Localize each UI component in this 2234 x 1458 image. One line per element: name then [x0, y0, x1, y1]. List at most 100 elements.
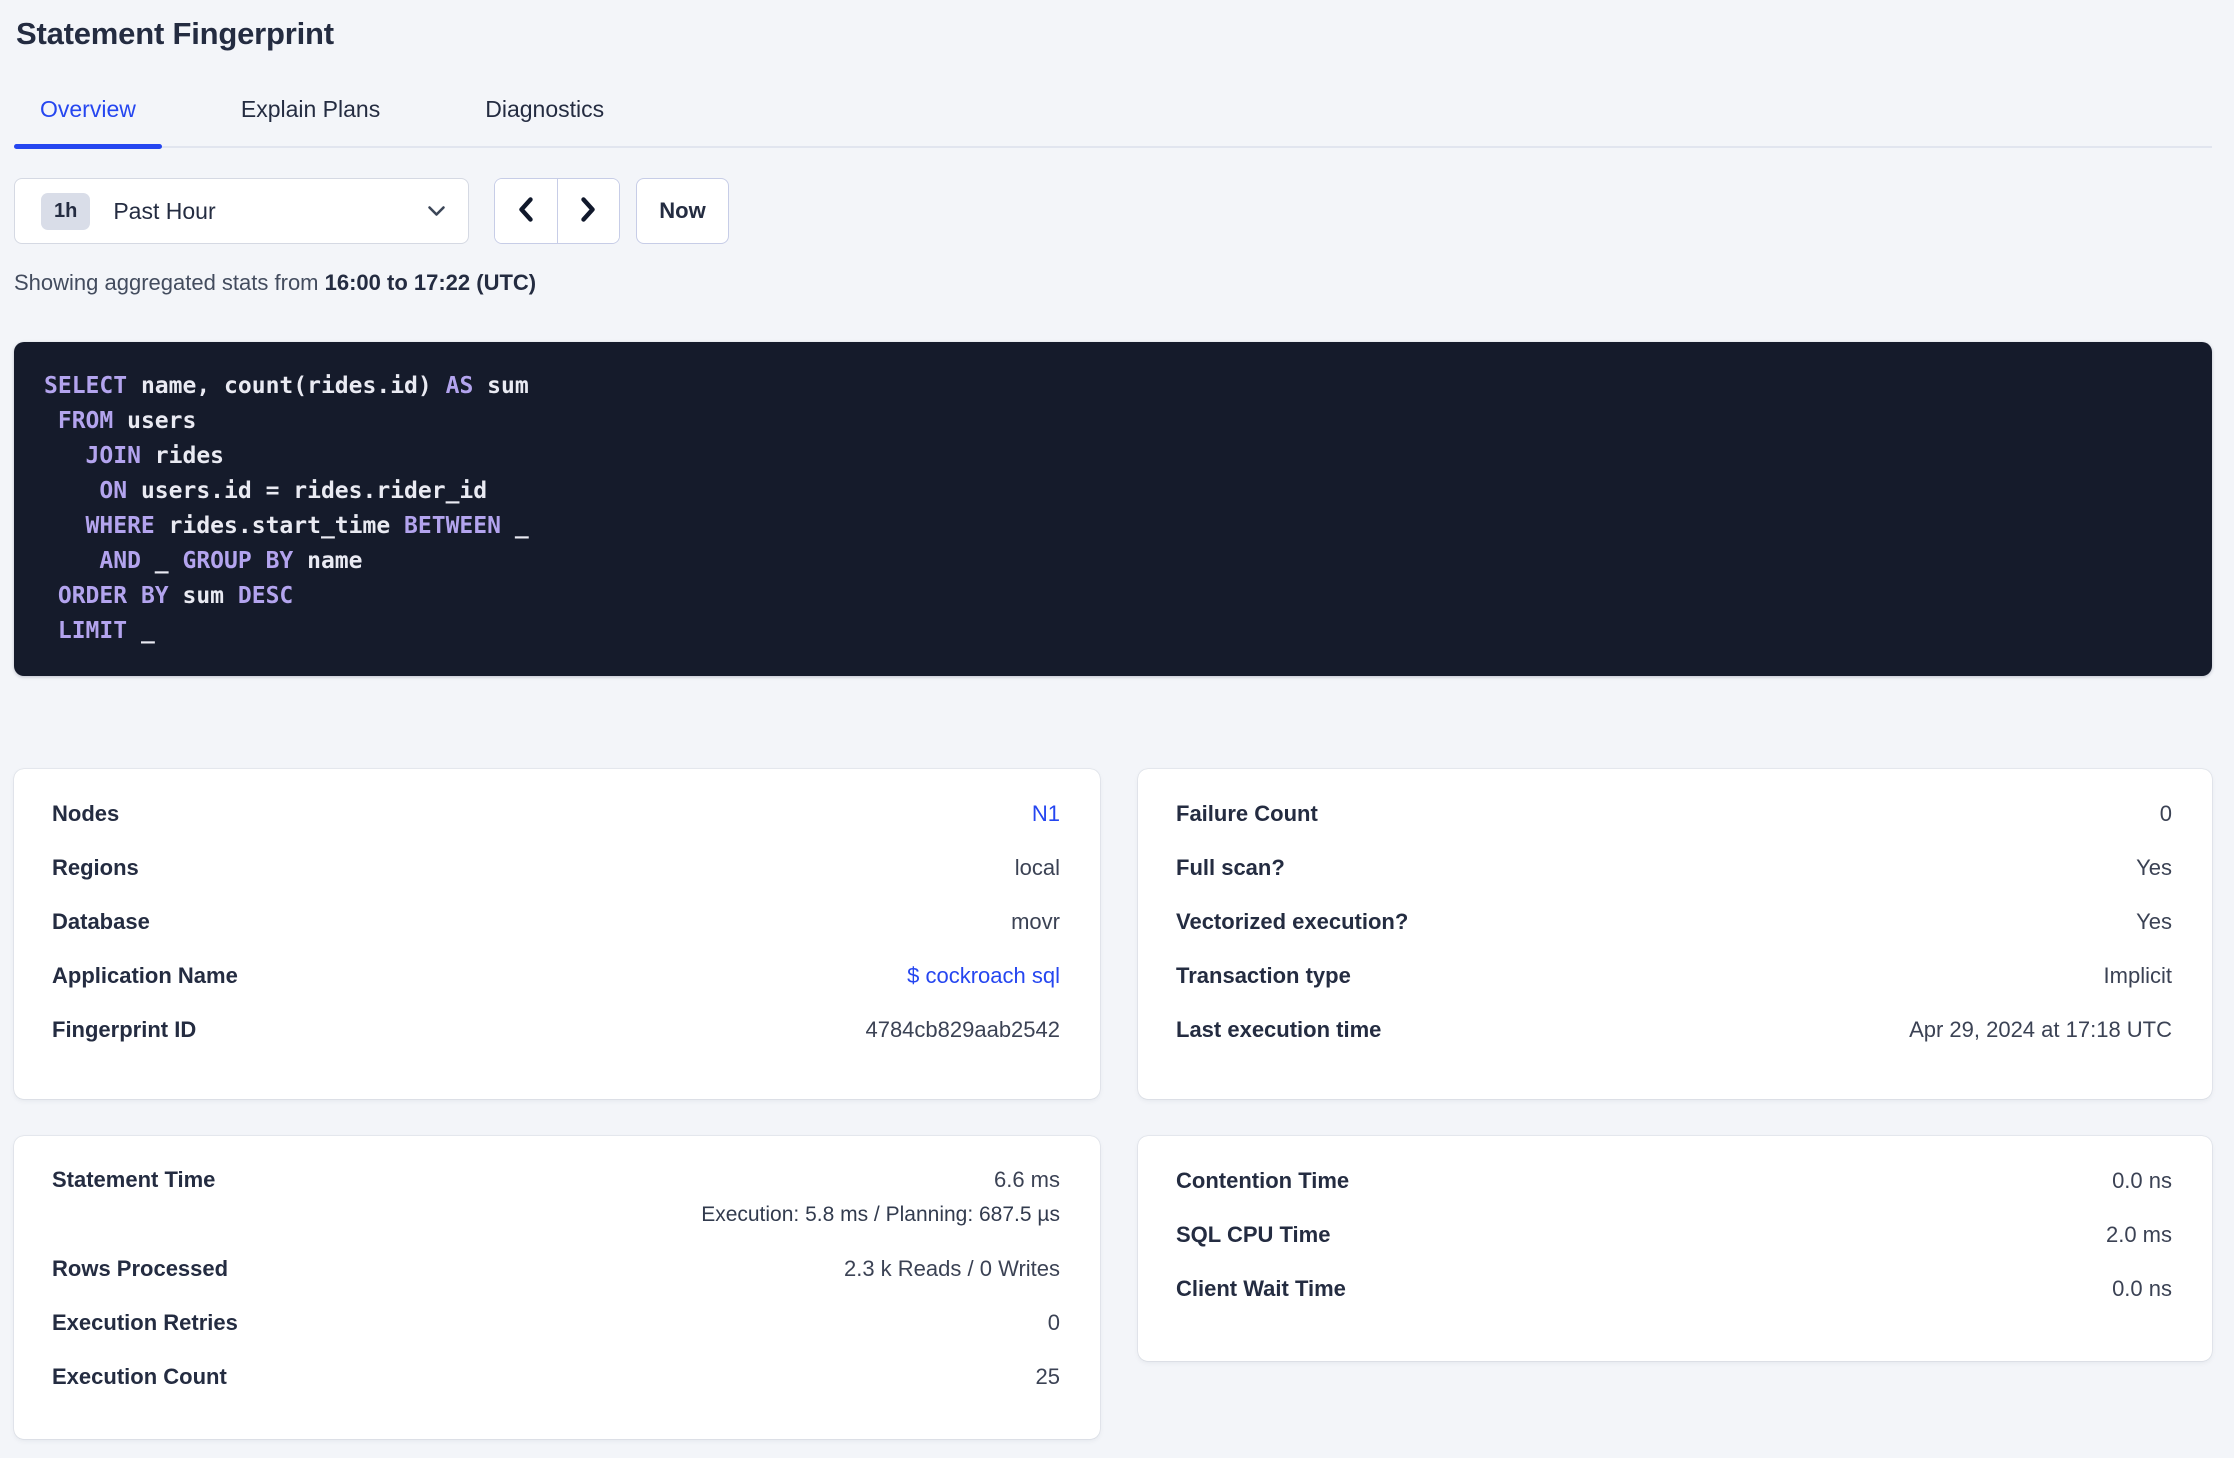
row-value: Yes: [2136, 909, 2172, 934]
aggregated-stats-summary: Showing aggregated stats from 16:00 to 1…: [14, 270, 2212, 296]
tab-explain-plans[interactable]: Explain Plans: [215, 96, 406, 146]
time-step-buttons: [494, 178, 620, 244]
row-value-block: Implicit: [2104, 963, 2172, 989]
stats-summary-range: 16:00 to 17:22 (UTC): [324, 270, 537, 295]
row-value-block: 25: [1036, 1364, 1060, 1390]
sql-text: _: [127, 618, 155, 644]
sql-text: rides: [140, 443, 225, 469]
statement-timing-card: Statement Time 6.6 ms Execution: 5.8 ms / …: [14, 1136, 1100, 1439]
row-value-block: Apr 29, 2024 at 17:18 UTC: [1909, 1017, 2172, 1043]
time-controls: 1h Past Hour Now: [14, 178, 2212, 244]
row-value-block: local: [1015, 855, 1060, 881]
sql-text: name: [293, 548, 363, 574]
row-label: Fingerprint ID: [52, 1017, 197, 1042]
table-row: Contention Time 0.0 ns: [1176, 1154, 2172, 1208]
row-label: Vectorized execution?: [1176, 909, 1409, 934]
row-value: Apr 29, 2024 at 17:18 UTC: [1909, 1017, 2172, 1042]
row-value-block: 0.0 ns: [2112, 1276, 2172, 1302]
tab-overview-label: Overview: [40, 96, 136, 122]
sql-text: users.id = rides.rider_id: [127, 478, 488, 504]
row-value: 25: [1035, 1364, 1060, 1389]
table-row: Statement Time 6.6 ms Execution: 5.8 ms / …: [52, 1154, 1060, 1242]
table-row: Last execution time Apr 29, 2024 at 17:18…: [1176, 1003, 2172, 1057]
row-value-block: 0.0 ns: [2112, 1168, 2172, 1194]
interval-badge: 1h: [41, 192, 91, 230]
page-title: Statement Fingerprint: [16, 16, 334, 51]
row-value-block: movr: [1011, 909, 1060, 935]
tab-bar: Overview Explain Plans Diagnostics: [14, 96, 2212, 149]
next-time-interval-button[interactable]: [556, 179, 619, 243]
row-value: 0: [2159, 801, 2172, 826]
stats-summary-prefix: Showing aggregated stats from: [14, 270, 325, 295]
sql-text: _: [140, 548, 183, 574]
row-value: 6.6 ms: [993, 1167, 1060, 1192]
summary-cards: Nodes N1 Regions local Database movr Applicati…: [14, 769, 2212, 1439]
row-label: Execution Count: [52, 1364, 227, 1389]
sql-text: rides.start_time: [154, 513, 405, 539]
sql-keyword: JOIN: [85, 443, 141, 469]
table-row: Database movr: [52, 895, 1060, 949]
table-row: Application Name $ cockroach sql: [52, 949, 1060, 1003]
sql-keyword: BETWEEN: [404, 513, 501, 539]
row-value-block: 2.3 k Reads / 0 Writes: [844, 1256, 1060, 1282]
row-value-link[interactable]: N1: [1032, 801, 1060, 827]
tab-overview[interactable]: Overview: [14, 96, 162, 149]
statement-fingerprint-page: Statement Fingerprint Overview Explain P…: [0, 0, 2234, 1439]
sql-keyword: ORDER BY: [57, 583, 169, 609]
row-value-block: $ cockroach sql: [907, 963, 1060, 989]
row-value-block: 4784cb829aab2542: [865, 1017, 1060, 1043]
wait-time-card: Contention Time 0.0 ns SQL CPU Time 2.0 ms C…: [1138, 1136, 2212, 1361]
row-value: 0: [1047, 1310, 1060, 1335]
row-value-block: 0: [2160, 801, 2172, 827]
sql-keyword: SELECT: [44, 373, 128, 399]
execution-attributes-card: Failure Count 0 Full scan? Yes Vectorized ex…: [1138, 769, 2212, 1099]
table-row: Transaction type Implicit: [1176, 949, 2172, 1003]
row-label: Nodes: [52, 801, 120, 826]
table-row: Execution Retries 0: [52, 1296, 1060, 1350]
statement-details-card: Nodes N1 Regions local Database movr Applicati…: [14, 769, 1100, 1099]
row-label: Client Wait Time: [1176, 1276, 1346, 1301]
row-value: 0.0 ns: [2112, 1168, 2172, 1193]
tab-diagnostics[interactable]: Diagnostics: [459, 96, 630, 146]
row-value: 2.0 ms: [2105, 1222, 2172, 1247]
row-value: 2.3 k Reads / 0 Writes: [843, 1256, 1060, 1281]
row-label: Full scan?: [1176, 855, 1285, 880]
now-button[interactable]: Now: [636, 178, 729, 244]
row-value-block: Yes: [2136, 855, 2172, 881]
sql-text: sum: [168, 583, 238, 609]
sql-keyword: ON: [99, 478, 128, 504]
row-label: Execution Retries: [52, 1310, 238, 1335]
sql-keyword: FROM: [57, 408, 114, 434]
row-label: Failure Count: [1176, 801, 1318, 826]
sql-keyword: DESC: [237, 583, 294, 609]
sql-text: sum: [473, 373, 529, 399]
table-row: Regions local: [52, 841, 1060, 895]
table-row: Execution Count 25: [52, 1350, 1060, 1404]
chevron-down-icon: [427, 205, 446, 217]
row-value: movr: [1011, 909, 1060, 934]
time-range-picker[interactable]: 1h Past Hour: [14, 178, 469, 244]
sql-text: name, count(rides.id): [127, 373, 446, 399]
row-value: 0.0 ns: [2112, 1276, 2172, 1301]
sql-text: users: [113, 408, 197, 434]
row-label: Contention Time: [1176, 1168, 1350, 1193]
row-label: Statement Time: [52, 1167, 216, 1192]
table-row: Nodes N1: [52, 787, 1060, 841]
previous-time-interval-button[interactable]: [495, 179, 557, 243]
table-row: Full scan? Yes: [1176, 841, 2172, 895]
table-row: Failure Count 0: [1176, 787, 2172, 841]
row-value-link[interactable]: $ cockroach sql: [907, 963, 1060, 989]
sql-keyword: WHERE: [85, 513, 155, 539]
chevron-left-icon: [517, 196, 534, 226]
time-range-label: Past Hour: [113, 197, 216, 224]
chevron-right-icon: [580, 196, 597, 226]
row-value-block: 6.6 ms Execution: 5.8 ms / Planning: 687.…: [701, 1167, 1060, 1227]
sql-keyword: LIMIT: [57, 618, 128, 644]
row-value-block: 2.0 ms: [2106, 1222, 2172, 1248]
